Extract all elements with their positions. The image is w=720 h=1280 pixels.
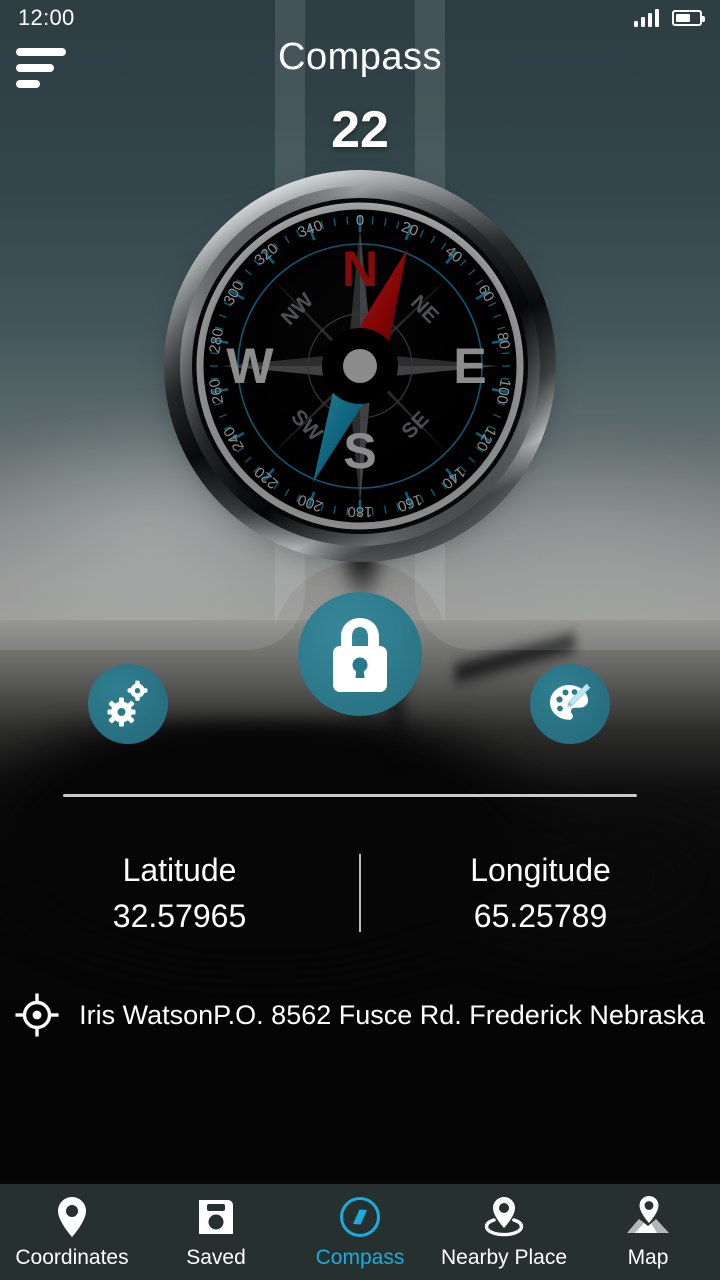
nav-label-map: Map: [627, 1245, 669, 1269]
gps-target-icon: [15, 993, 59, 1037]
longitude-value: 65.25789: [473, 898, 608, 934]
app-bar: Compass: [0, 20, 720, 90]
heading-value: 22: [331, 101, 389, 159]
palette-icon: [550, 683, 591, 720]
map-pin-icon: [54, 1195, 90, 1239]
nav-label-saved: Saved: [186, 1245, 246, 1269]
compass-drop-shadow: [176, 194, 544, 554]
latitude-label: Latitude: [122, 851, 237, 888]
latitude-block: Latitude 32.57965: [0, 847, 359, 940]
nav-item-map[interactable]: Map: [576, 1184, 720, 1280]
folded-map-icon: [625, 1195, 671, 1239]
settings-button[interactable]: [88, 664, 168, 744]
nav-item-coordinates[interactable]: Coordinates: [0, 1184, 144, 1280]
gears-icon: [107, 680, 148, 727]
compass-dial[interactable]: 0 20 40 60 80 100 120 140 160 180 200 220 240 260 280 3…: [162, 168, 558, 564]
theme-button[interactable]: [530, 664, 610, 744]
compass-app-screen: 12:00 Compass 22 0 20 40 60 80 100 120 1…: [0, 0, 720, 1280]
nav-label-coordinates: Coordinates: [15, 1245, 129, 1269]
background-trekking-pole-silhouette: [455, 530, 575, 790]
lock-icon: [333, 618, 387, 692]
coordinates-section: Latitude 32.57965 Longitude 65.25789: [0, 838, 720, 948]
nav-item-saved[interactable]: Saved: [144, 1184, 288, 1280]
compass-needle-icon: [338, 1195, 382, 1239]
address-row: Iris WatsonP.O. 8562 Fusce Rd. Frederick…: [0, 985, 720, 1045]
lock-button[interactable]: [298, 592, 422, 716]
address-text: Iris WatsonP.O. 8562 Fusce Rd. Frederick…: [79, 999, 705, 1030]
longitude-block: Longitude 65.25789: [361, 847, 720, 940]
floppy-disk-icon: [196, 1195, 236, 1239]
page-title: Compass: [278, 36, 442, 78]
nav-item-nearby-place[interactable]: Nearby Place: [432, 1184, 576, 1280]
bottom-navigation: Coordinates Saved Compass Nearby Place M…: [0, 1184, 720, 1280]
longitude-label: Longitude: [470, 851, 611, 888]
nav-label-compass: Compass: [315, 1245, 405, 1269]
nearby-place-icon: [481, 1195, 527, 1239]
nav-label-nearby-place: Nearby Place: [440, 1245, 568, 1269]
nav-item-compass[interactable]: Compass: [288, 1184, 432, 1280]
latitude-value: 32.57965: [112, 898, 247, 934]
section-divider: [63, 794, 637, 797]
